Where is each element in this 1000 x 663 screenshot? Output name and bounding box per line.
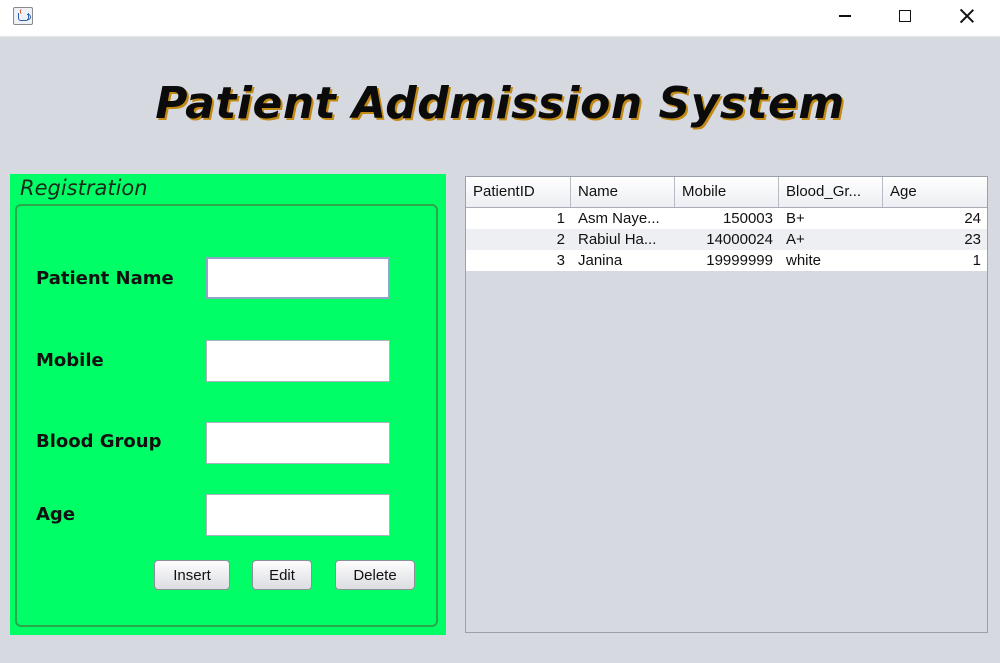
maximize-icon [899, 10, 911, 22]
cell-mobile: 19999999 [706, 252, 773, 269]
cell-blood-group: white [786, 252, 822, 269]
cell-age: 23 [964, 231, 981, 248]
patient-name-label: Patient Name [36, 268, 174, 289]
column-header-patientid[interactable]: PatientID [466, 177, 571, 207]
cell-patientid: 3 [556, 252, 565, 269]
registration-panel: Registration Patient Name Mobile Blood G… [10, 174, 446, 635]
cell-patientid: 1 [556, 210, 565, 227]
table-header: PatientID Name Mobile Blood_Gr... Age [466, 177, 987, 208]
cell-blood-group: A+ [786, 231, 805, 248]
mobile-input[interactable] [206, 340, 390, 382]
maximize-button[interactable] [882, 0, 928, 32]
minimize-icon [839, 15, 851, 17]
insert-button[interactable]: Insert [154, 560, 230, 590]
age-label: Age [36, 504, 76, 525]
blood-group-input[interactable] [206, 422, 390, 464]
column-header-name[interactable]: Name [571, 177, 675, 207]
window-title-bar [0, 0, 1000, 37]
column-header-age[interactable]: Age [883, 177, 987, 207]
blood-group-label: Blood Group [36, 431, 162, 452]
minimize-button[interactable] [822, 0, 868, 32]
cell-name: Janina [578, 252, 623, 269]
close-button[interactable] [944, 0, 990, 32]
cell-age: 1 [972, 252, 981, 269]
cell-patientid: 2 [556, 231, 565, 248]
edit-button[interactable]: Edit [252, 560, 312, 590]
patient-table[interactable]: PatientID Name Mobile Blood_Gr... Age 1 … [465, 176, 988, 633]
table-row[interactable]: 3 Janina 19999999 white 1 [466, 250, 987, 271]
close-icon [960, 9, 974, 23]
cell-age: 24 [964, 210, 981, 227]
mobile-label: Mobile [36, 350, 104, 371]
cell-mobile: 14000024 [706, 231, 773, 248]
cell-name: Rabiul Ha... [578, 231, 657, 248]
delete-button[interactable]: Delete [335, 560, 415, 590]
cell-name: Asm Naye... [578, 210, 660, 227]
table-row[interactable]: 1 Asm Naye... 150003 B+ 24 [466, 208, 987, 229]
cell-blood-group: B+ [786, 210, 805, 227]
registration-title: Registration [20, 176, 148, 200]
patient-name-input[interactable] [206, 257, 390, 299]
cell-mobile: 150003 [722, 210, 773, 227]
table-row[interactable]: 2 Rabiul Ha... 14000024 A+ 23 [466, 229, 987, 250]
column-header-blood-group[interactable]: Blood_Gr... [779, 177, 883, 207]
age-input[interactable] [206, 494, 390, 536]
page-title: Patient Addmission System [155, 78, 845, 129]
column-header-mobile[interactable]: Mobile [675, 177, 779, 207]
java-app-icon [13, 7, 33, 25]
